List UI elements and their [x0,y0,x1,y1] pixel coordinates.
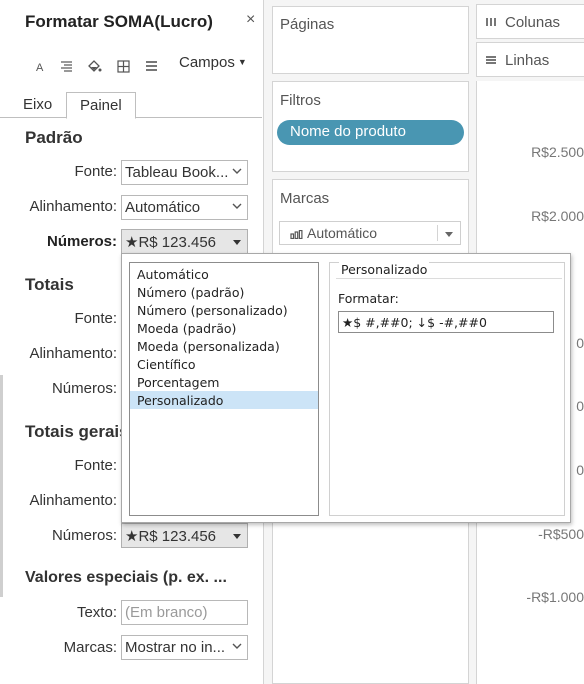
columns-shelf-title: Colunas [505,14,561,31]
default-numbers-dropdown[interactable]: ★R$ 123.456 [121,229,248,254]
shading-icon[interactable] [86,58,102,74]
pages-shelf[interactable]: Páginas [272,6,469,74]
custom-group-label: Personalizado [339,262,430,277]
chevron-down-icon [232,168,242,174]
rows-shelf-title: Linhas [505,52,550,69]
section-totals-title: Totais [25,275,74,294]
axis-tick-label: R$2.000 [531,208,584,224]
rows-shelf[interactable]: Linhas [476,42,584,77]
section-default-title: Padrão [25,128,83,147]
section-grand-totals-title: Totais gerais [25,422,129,441]
svg-text:A: A [36,62,44,72]
align-icon[interactable] [58,58,74,74]
format-option-number-custom[interactable]: Número (personalizado) [130,301,318,319]
mark-type-value: Automático [307,225,378,241]
format-option-number-standard[interactable]: Número (padrão) [130,283,318,301]
default-numbers-value: ★R$ 123.456 [125,234,217,251]
section-special-values-title: Valores especiais (p. ex. ... [25,569,227,586]
special-marks-label: Marcas: [63,639,117,656]
format-string-input[interactable]: ★$ #,##0; ↓$ -#,##0 [338,311,554,333]
columns-shelf[interactable]: Colunas [476,4,584,39]
default-numbers-label: Números: [46,233,117,250]
format-option-scientific[interactable]: Científico [130,355,318,373]
default-alignment-label: Alinhamento: [29,198,117,215]
dropdown-arrow-icon [233,240,241,245]
divider [336,278,562,279]
chevron-down-icon: ▼ [237,57,247,67]
special-text-placeholder: (Em branco) [125,604,208,621]
special-marks-value: Mostrar no in... [125,639,226,656]
tab-axis[interactable]: Eixo [10,92,65,119]
default-font-label: Fonte: [74,163,117,180]
grand-totals-numbers-value: ★R$ 123.456 [125,528,217,545]
grand-totals-font-label: Fonte: [74,457,117,474]
axis-tick-label: -R$500 [538,526,584,542]
default-alignment-dropdown[interactable]: Automático [121,195,248,220]
dropdown-arrow-icon [445,232,453,237]
special-text-label: Texto: [76,604,117,621]
format-pane-title: Formatar SOMA(Lucro) [25,12,213,31]
filter-pill-product-name[interactable]: Nome do produto [277,120,464,145]
pages-shelf-title: Páginas [280,16,335,33]
default-font-dropdown[interactable]: Tableau Book... [121,160,248,185]
axis-tick-label: 0 [576,462,584,478]
totals-numbers-label: Números: [51,380,117,397]
format-option-currency-standard[interactable]: Moeda (padrão) [130,319,318,337]
grand-totals-alignment-label: Alinhamento: [29,492,117,509]
format-option-percentage[interactable]: Porcentagem [130,373,318,391]
custom-format-group: Personalizado Formatar: ★$ #,##0; ↓$ -#,… [329,262,565,516]
format-option-automatic[interactable]: Automático [130,265,318,283]
rows-icon [485,54,497,68]
format-option-custom[interactable]: Personalizado [130,391,318,409]
default-font-value: Tableau Book... [125,164,229,181]
fields-dropdown[interactable]: Campos ▼ [179,54,247,71]
number-format-list[interactable]: Automático Número (padrão) Número (perso… [129,262,319,516]
fields-label: Campos [179,54,235,71]
divider [0,375,3,597]
chevron-down-icon [232,203,242,209]
chevron-down-icon [232,643,242,649]
format-tabs: Eixo Painel [0,90,262,119]
format-option-currency-custom[interactable]: Moeda (personalizada) [130,337,318,355]
number-format-popup: Automático Número (padrão) Número (perso… [121,253,571,523]
columns-icon [485,16,497,30]
format-label: Formatar: [338,291,399,306]
bar-chart-icon [290,230,303,239]
axis-tick-label: -R$1.000 [526,589,584,605]
totals-font-label: Fonte: [74,310,117,327]
axis-tick-label: R$2.500 [531,144,584,160]
lines-icon[interactable] [143,58,159,74]
font-icon[interactable]: A [32,58,48,74]
close-icon[interactable]: × [246,11,255,29]
filters-shelf-title: Filtros [280,92,321,109]
borders-icon[interactable] [115,58,131,74]
mark-type-dropdown[interactable]: Automático [279,221,461,245]
special-marks-dropdown[interactable]: Mostrar no in... [121,635,248,660]
divider [437,225,438,241]
axis-tick-label: 0 [576,398,584,414]
tab-pane[interactable]: Painel [66,92,136,119]
dropdown-arrow-icon [233,534,241,539]
marks-card-title: Marcas [280,190,330,207]
axis-tick-label: 0 [576,335,584,351]
totals-alignment-label: Alinhamento: [29,345,117,362]
grand-totals-numbers-dropdown[interactable]: ★R$ 123.456 [121,523,248,548]
special-text-input[interactable]: (Em branco) [121,600,248,625]
default-alignment-value: Automático [125,199,201,216]
grand-totals-numbers-label: Números: [51,527,117,544]
